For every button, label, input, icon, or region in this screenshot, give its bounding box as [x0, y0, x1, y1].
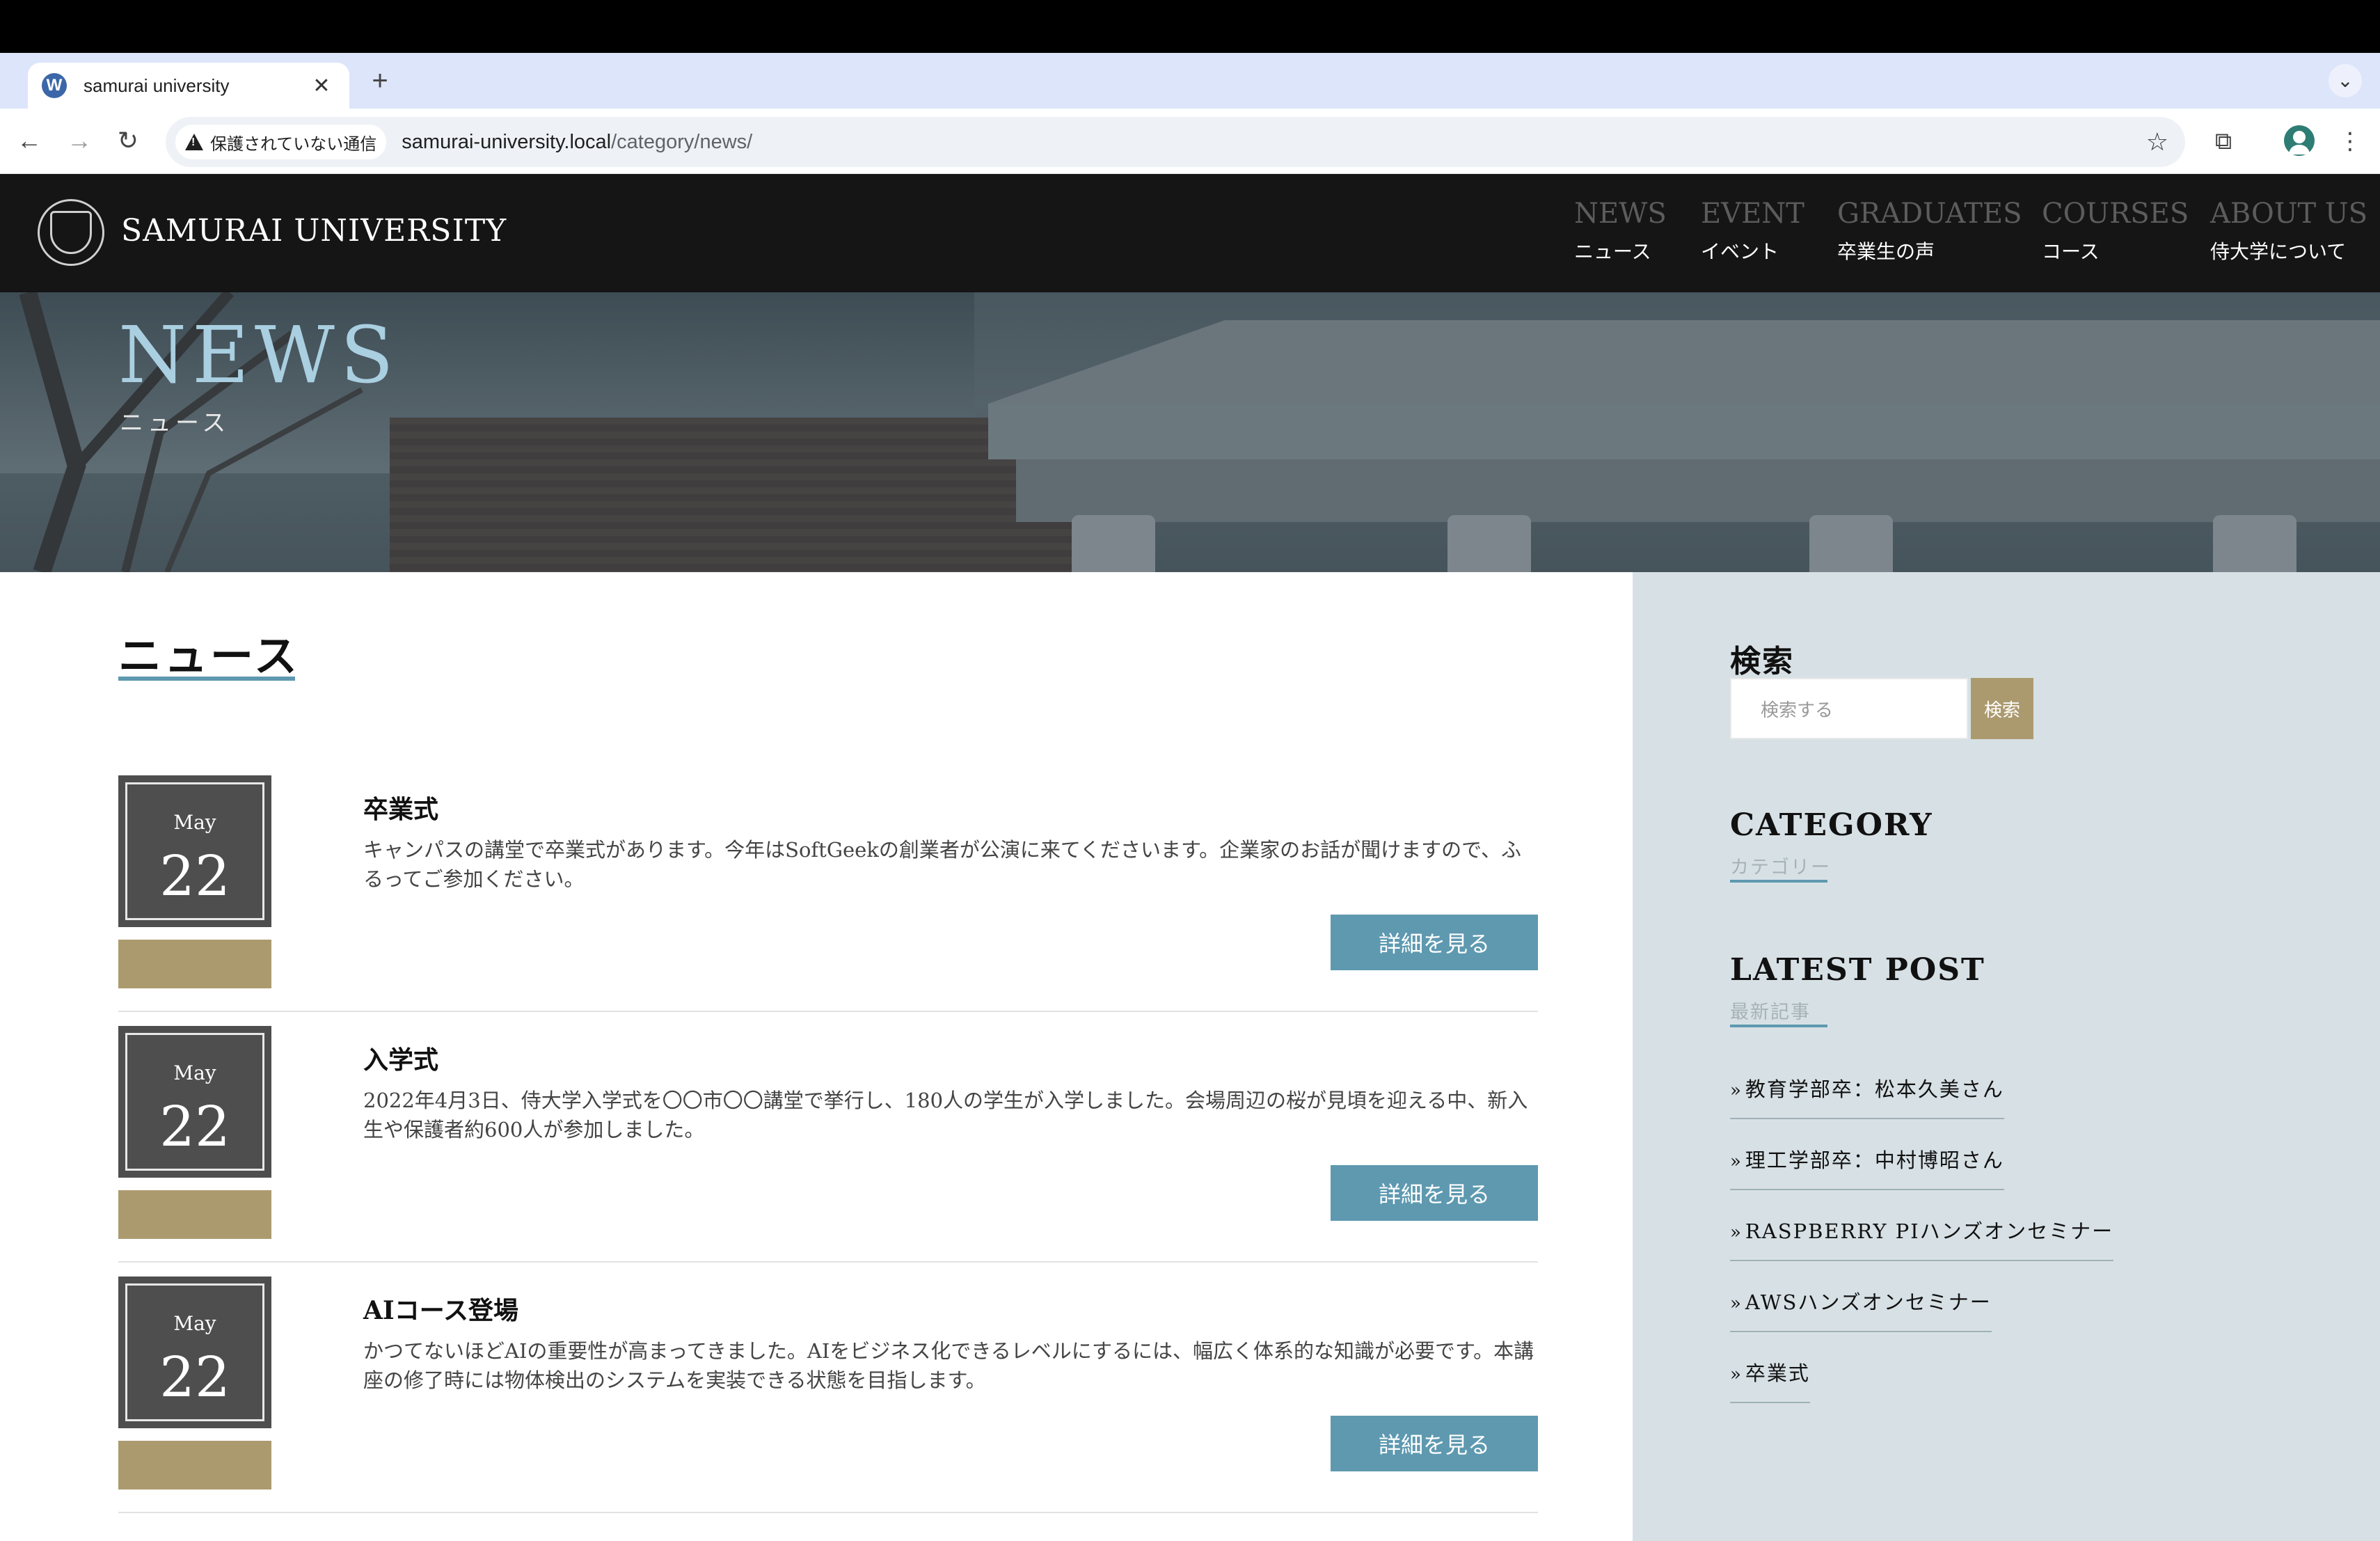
latest-post-subtitle: 最新記事: [1730, 1002, 1811, 1023]
url-host: samurai-university.local: [402, 130, 612, 153]
latest-post-label: 理工学部卒：中村博昭さん: [1745, 1148, 2004, 1172]
browser-toolbar: ← → ↻ 保護されていない通信 samurai-university.loca…: [0, 109, 2380, 174]
category-tag: [118, 1190, 271, 1239]
site-name[interactable]: SAMURAI UNIVERSITY: [121, 213, 507, 248]
site-header: SAMURAI UNIVERSITY NEWS ニュース EVENT イベント …: [0, 174, 2380, 292]
news-post: May 22 入学式 2022年4月3日、侍大学入学式を〇〇市〇〇講堂で挙行し、…: [118, 1026, 1538, 1263]
latest-post-label: RASPBERRY PIハンズオンセミナー: [1745, 1219, 2114, 1243]
sidebar: 検索 検索する 検索 CATEGORY カテゴリー LATEST POST 最新…: [1633, 572, 2380, 1541]
latest-post-link[interactable]: » 理工学部卒：中村博昭さん: [1730, 1144, 2004, 1190]
search-input[interactable]: 検索する: [1730, 678, 1968, 739]
read-more-button[interactable]: 詳細を見る: [1331, 915, 1538, 970]
latest-post-label: 卒業式: [1745, 1361, 1810, 1385]
latest-post-title: LATEST POST: [1730, 952, 1985, 988]
latest-post-link[interactable]: » RASPBERRY PIハンズオンセミナー: [1730, 1215, 2114, 1261]
nav-news-ja: ニュース: [1574, 240, 1651, 263]
news-post: May 22 AIコース登場 かつてないほどAIの重要性が高まってきました。AI…: [118, 1277, 1538, 1513]
chevron-right-icon: »: [1730, 1151, 1743, 1172]
chevron-right-icon: »: [1730, 1080, 1743, 1101]
tab-list-button[interactable]: ⌄: [2329, 64, 2362, 97]
category-tag: [118, 1441, 271, 1489]
nav-event-en: EVENT: [1701, 198, 1804, 230]
latest-post-link[interactable]: » 教育学部卒：松本久美さん: [1730, 1073, 2004, 1119]
back-icon[interactable]: ←: [13, 124, 46, 157]
search-title: 検索: [1730, 644, 1794, 679]
hero-banner: NEWS ニュース: [0, 292, 2380, 572]
date-day: 22: [159, 1345, 230, 1409]
read-more-button[interactable]: 詳細を見る: [1331, 1165, 1538, 1221]
post-title[interactable]: 入学式: [363, 1040, 438, 1076]
nav-news-en: NEWS: [1574, 198, 1667, 230]
chevron-right-icon: »: [1730, 1222, 1743, 1243]
nav-about-us-en: ABOUT US: [2210, 198, 2368, 230]
date-month: May: [173, 1061, 216, 1084]
menu-kebab-icon[interactable]: ⋮: [2333, 124, 2367, 159]
nav-graduates-ja: 卒業生の声: [1837, 240, 1935, 263]
post-divider: [118, 1261, 1538, 1263]
nav-graduates-en: GRADUATES: [1837, 198, 2022, 230]
date-month: May: [173, 811, 216, 834]
nav-about-us-ja: 侍大学について: [2210, 240, 2347, 263]
nav-news[interactable]: NEWS ニュース: [1574, 198, 1667, 264]
chevron-right-icon: »: [1730, 1293, 1743, 1314]
reload-icon[interactable]: ↻: [111, 124, 145, 157]
bookmark-star-icon[interactable]: ☆: [2146, 127, 2168, 157]
new-tab-button[interactable]: +: [363, 64, 397, 97]
date-badge: May 22: [118, 775, 271, 927]
read-more-button[interactable]: 詳細を見る: [1331, 1416, 1538, 1471]
page-title-underline: [118, 677, 295, 681]
university-emblem-icon[interactable]: [38, 199, 104, 266]
post-title[interactable]: AIコース登場: [363, 1290, 518, 1327]
post-excerpt: かつてないほどAIの重要性が高まってきました。AIをビジネス化できるレベルにする…: [363, 1339, 1534, 1392]
category-subtitle: カテゴリー: [1730, 857, 1831, 878]
extensions-icon[interactable]: ⧉: [2206, 124, 2241, 159]
wordpress-icon: W: [42, 73, 67, 98]
post-title[interactable]: 卒業式: [363, 789, 438, 825]
nav-event-ja: イベント: [1701, 240, 1779, 263]
date-day: 22: [159, 1094, 230, 1159]
warning-icon: [185, 134, 203, 150]
browser-tab[interactable]: W samurai university ✕: [28, 63, 349, 109]
hero-title: NEWS: [118, 310, 399, 401]
category-title: CATEGORY: [1730, 807, 1933, 843]
nav-about-us[interactable]: ABOUT US 侍大学について: [2210, 198, 2367, 264]
nav-courses-ja: コース: [2042, 240, 2100, 263]
nav-graduates[interactable]: GRADUATES 卒業生の声: [1837, 198, 2022, 264]
hero-subtitle: ニュース: [120, 409, 230, 437]
date-day: 22: [159, 844, 230, 908]
chevron-right-icon: »: [1730, 1364, 1743, 1385]
post-excerpt: 2022年4月3日、侍大学入学式を〇〇市〇〇講堂で挙行し、180人の学生が入学し…: [363, 1089, 1528, 1141]
news-post: May 22 卒業式 キャンパスの講堂で卒業式があります。今年はSoftGeek…: [118, 775, 1538, 1012]
latest-post-link[interactable]: » AWSハンズオンセミナー: [1730, 1286, 1992, 1332]
latest-post-label: 教育学部卒：松本久美さん: [1745, 1077, 2004, 1101]
url-text[interactable]: samurai-university.local/category/news/: [402, 131, 752, 154]
latest-post-label: AWSハンズオンセミナー: [1745, 1290, 1992, 1314]
main-content: ニュース May 22 卒業式 キャンパスの講堂で卒業式があります。今年はSof…: [0, 572, 1633, 1541]
post-divider: [118, 1011, 1538, 1012]
date-badge: May 22: [118, 1277, 271, 1428]
tab-strip: W samurai university ✕: [0, 53, 2380, 109]
category-underline: [1730, 880, 1827, 883]
nav-courses[interactable]: COURSES コース: [2042, 198, 2189, 264]
address-bar[interactable]: 保護されていない通信 samurai-university.local/cate…: [166, 117, 2185, 167]
profile-avatar[interactable]: [2284, 125, 2315, 156]
close-icon[interactable]: ✕: [308, 74, 335, 98]
latest-post-link[interactable]: » 卒業式: [1730, 1357, 1810, 1403]
latest-post-underline: [1730, 1025, 1827, 1027]
post-divider: [118, 1512, 1538, 1513]
os-top-bar: [0, 0, 2380, 53]
forward-icon[interactable]: →: [63, 124, 96, 157]
url-path: /category/news/: [611, 130, 753, 153]
nav-event[interactable]: EVENT イベント: [1701, 198, 1804, 264]
security-chip[interactable]: 保護されていない通信: [175, 125, 387, 159]
category-tag: [118, 940, 271, 988]
date-month: May: [173, 1312, 216, 1335]
nav-courses-en: COURSES: [2042, 198, 2189, 230]
date-badge: May 22: [118, 1026, 271, 1178]
tab-title: samurai university: [84, 74, 230, 96]
security-label: 保護されていない通信: [210, 134, 377, 154]
page-title: ニュース: [118, 631, 300, 681]
search-button[interactable]: 検索: [1971, 678, 2033, 739]
post-excerpt: キャンパスの講堂で卒業式があります。今年はSoftGeekの創業者が公演に来てく…: [363, 838, 1521, 891]
